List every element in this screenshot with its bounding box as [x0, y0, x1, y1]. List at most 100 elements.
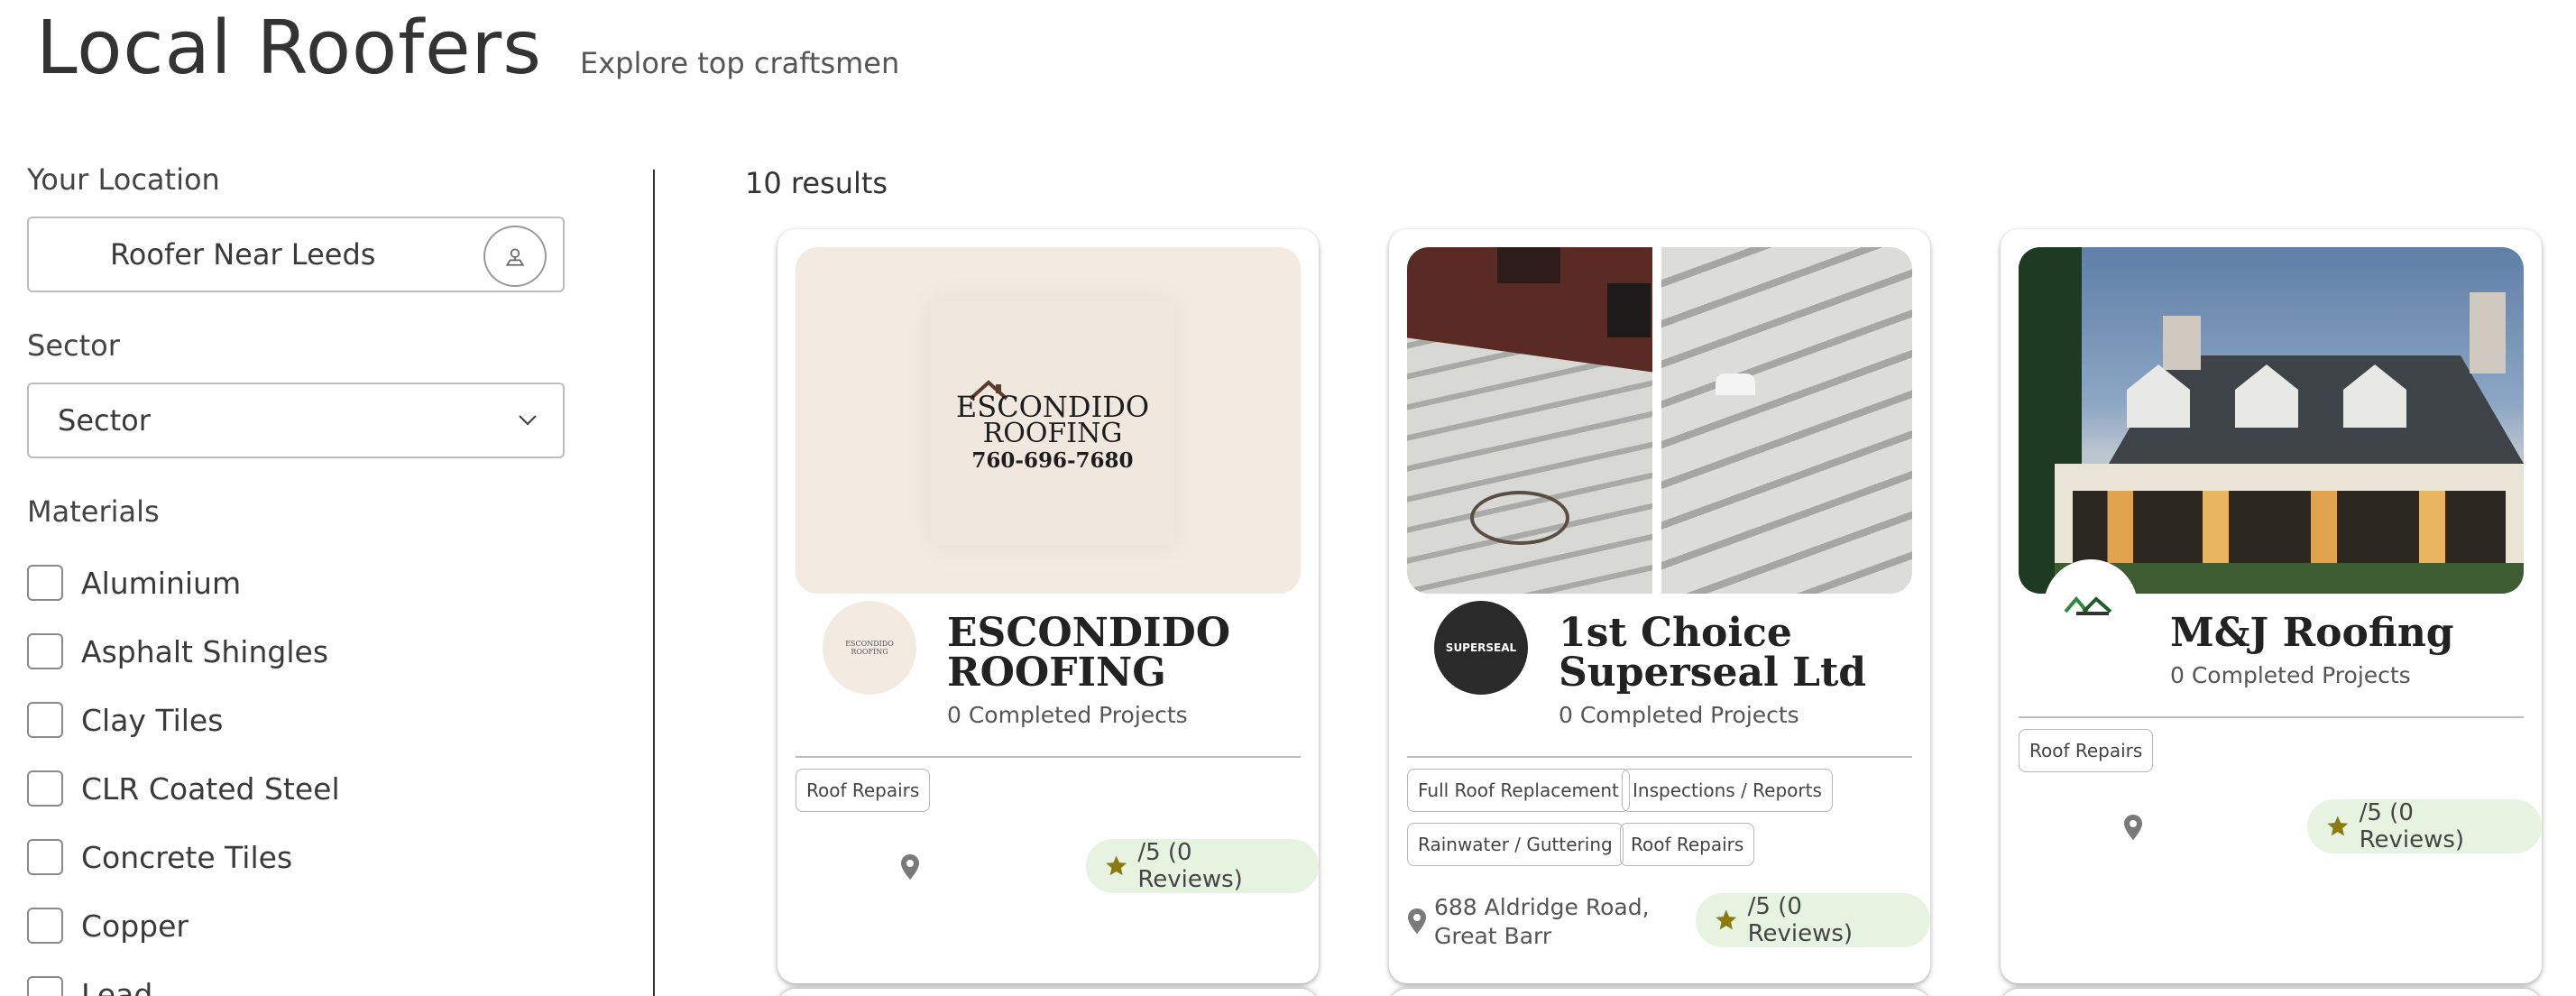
window-shape: [1607, 283, 1651, 337]
star-icon: [1716, 909, 1737, 930]
card-cover-image: [1407, 247, 1912, 594]
material-option-clr-coated-steel[interactable]: CLR Coated Steel: [27, 754, 568, 823]
service-tag: Roof Repairs: [1620, 823, 1755, 866]
filters-sidebar: Your Location Roofer Near Leeds Sector S…: [27, 162, 568, 996]
sector-select-value: Sector: [58, 403, 151, 438]
chimney: [2470, 292, 2506, 374]
roofer-card[interactable]: M&J Roofing 0 Completed Projects Roof Re…: [2001, 229, 2542, 983]
company-avatar: ESCONDIDO ROOFING: [823, 601, 916, 695]
card-cover-image: ESCONDIDO ROOFING 760-696-7680: [796, 247, 1301, 594]
star-icon: [1106, 855, 1127, 876]
avatar-logo-text: SUPERSEAL: [1445, 641, 1517, 654]
service-tag: Full Roof Replacement: [1407, 769, 1630, 812]
avatar-logo-text: ESCONDIDO ROOFING: [845, 640, 894, 656]
window-shape: [1497, 247, 1560, 283]
completed-projects: 0 Completed Projects: [1559, 702, 1799, 728]
map-pin-icon: [1408, 908, 1426, 934]
materials-label: Materials: [27, 494, 160, 529]
rope-coil: [1470, 491, 1569, 545]
metal-roof-panels: [1407, 329, 1652, 594]
checkbox[interactable]: [27, 565, 63, 601]
company-name-line: ESCONDIDO: [947, 610, 1231, 656]
location-input-value: Roofer Near Leeds: [110, 237, 376, 272]
checkbox[interactable]: [27, 633, 63, 669]
roof-photo-left: [1407, 247, 1652, 594]
location-label: Your Location: [27, 162, 220, 197]
user-location-icon: [505, 248, 525, 266]
lit-windows: [2073, 491, 2506, 572]
chevron-down-icon: [519, 415, 537, 426]
checkbox[interactable]: [27, 839, 63, 875]
completed-projects: 0 Completed Projects: [947, 702, 1188, 728]
rating-text: /5 (0 Reviews): [1747, 893, 1854, 947]
material-label: Lead: [81, 976, 153, 996]
company-avatar: SUPERSEAL: [1434, 601, 1528, 695]
material-option-asphalt-shingles[interactable]: Asphalt Shingles: [27, 617, 568, 686]
service-tag: Inspections / Reports: [1622, 769, 1833, 812]
chimney: [2163, 316, 2201, 370]
rating-badge: /5 (0 Reviews): [1086, 839, 1319, 893]
checkbox[interactable]: [27, 976, 63, 996]
card-divider: [2019, 716, 2524, 718]
rating-text: /5 (0 Reviews): [2359, 799, 2465, 853]
materials-list: Aluminium Asphalt Shingles Clay Tiles CL…: [27, 549, 568, 996]
map-pin-icon: [901, 854, 919, 880]
avatar-logo-line: ESCONDIDO: [845, 640, 894, 648]
checkbox[interactable]: [27, 908, 63, 944]
service-tag: Roof Repairs: [2019, 729, 2154, 772]
company-name-line: Superseal Ltd: [1559, 650, 1867, 696]
material-option-lead[interactable]: Lead: [27, 960, 568, 996]
sector-label: Sector: [27, 328, 120, 363]
material-label: Clay Tiles: [81, 702, 224, 738]
star-icon: [2327, 816, 2349, 836]
roof-photo-right: [1661, 247, 1912, 594]
page-title: Local Roofers: [36, 5, 542, 91]
material-label: CLR Coated Steel: [81, 770, 340, 807]
material-option-concrete-tiles[interactable]: Concrete Tiles: [27, 823, 568, 891]
roofer-card[interactable]: ESCONDIDO ROOFING 760-696-7680 ESCONDIDO…: [777, 229, 1319, 983]
location-input[interactable]: Roofer Near Leeds: [27, 217, 565, 292]
rating-text: /5 (0 Reviews): [1137, 839, 1243, 893]
logo-panel: ESCONDIDO ROOFING 760-696-7680: [931, 301, 1174, 545]
address-line: Great Barr: [1434, 923, 1552, 949]
checkbox[interactable]: [27, 770, 63, 807]
card-divider: [1407, 756, 1912, 758]
sector-select[interactable]: Sector: [27, 383, 565, 458]
material-option-clay-tiles[interactable]: Clay Tiles: [27, 686, 568, 754]
avatar-logo-line: ROOFING: [851, 648, 888, 656]
material-option-aluminium[interactable]: Aluminium: [27, 549, 568, 617]
service-tag: Roof Repairs: [796, 769, 931, 812]
mj-logo-icon: [2064, 595, 2112, 615]
material-option-copper[interactable]: Copper: [27, 891, 568, 960]
company-name[interactable]: ESCONDIDO ROOFING: [947, 613, 1230, 693]
material-label: Copper: [81, 908, 189, 944]
company-avatar: [2044, 559, 2138, 653]
address-line: 688 Aldridge Road,: [1434, 894, 1650, 920]
roofer-card-partial[interactable]: [777, 989, 1319, 996]
service-tag: Rainwater / Guttering: [1407, 823, 1624, 866]
roofer-card-partial[interactable]: [2001, 989, 2542, 996]
company-name-line: 1st Choice: [1559, 610, 1792, 656]
rating-badge: /5 (0 Reviews): [1696, 893, 1930, 947]
roofer-card-partial[interactable]: [1389, 989, 1930, 996]
material-label: Aluminium: [81, 565, 242, 601]
logo-line-name: ESCONDIDO: [955, 390, 1150, 424]
company-name-line: ROOFING: [947, 650, 1166, 696]
sidebar-divider: [653, 170, 655, 996]
material-label: Asphalt Shingles: [81, 633, 329, 669]
checkbox[interactable]: [27, 702, 63, 738]
use-my-location-button[interactable]: [483, 226, 547, 287]
results-count: 10 results: [745, 166, 888, 200]
completed-projects: 0 Completed Projects: [2170, 662, 2411, 688]
page-header: Local Roofers Explore top craftsmen: [36, 5, 899, 91]
company-name[interactable]: M&J Roofing: [2170, 613, 2454, 653]
card-divider: [796, 756, 1301, 758]
roofer-card[interactable]: SUPERSEAL 1st Choice Superseal Ltd 0 Com…: [1389, 229, 1930, 983]
company-address: 688 Aldridge Road, Great Barr: [1434, 893, 1650, 951]
company-name[interactable]: 1st Choice Superseal Ltd: [1559, 613, 1866, 693]
roof-vent: [1716, 374, 1755, 395]
logo-line-roofing: ROOFING: [982, 418, 1123, 449]
card-cover-image: [2019, 247, 2524, 594]
page-subtitle: Explore top craftsmen: [579, 46, 900, 80]
map-pin-icon: [2124, 815, 2142, 840]
